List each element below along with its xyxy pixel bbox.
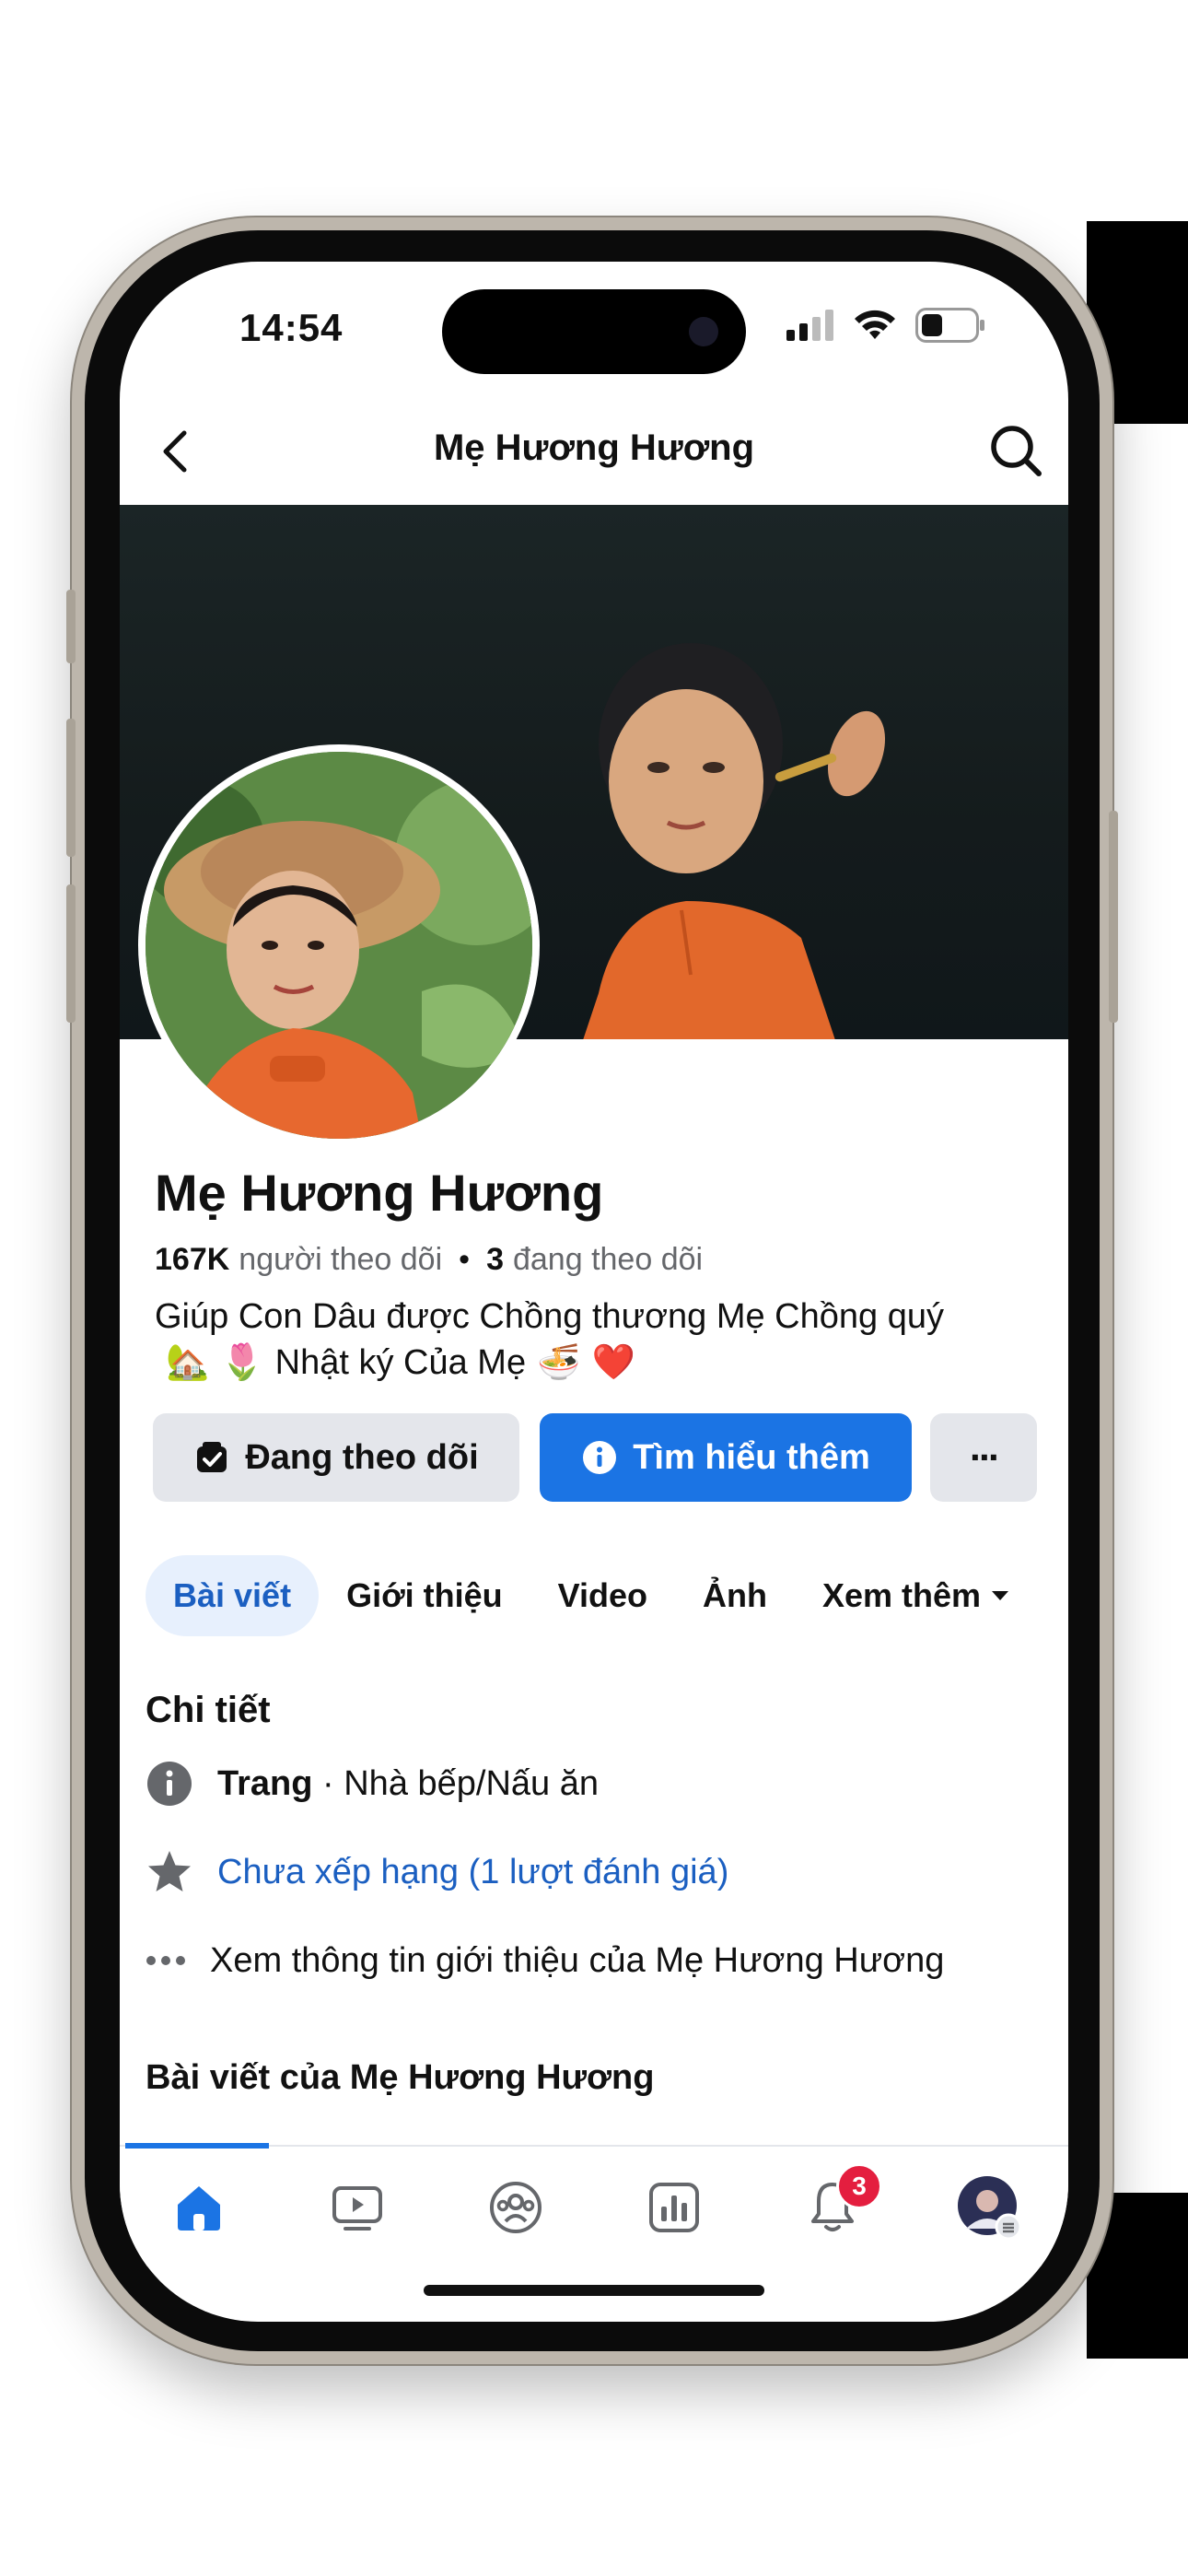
following-button-label: Đang theo dõi (245, 1437, 479, 1477)
detail-rating[interactable]: Chưa xếp hạng (1 lượt đánh giá) (146, 1848, 728, 1896)
ellipsis-icon (146, 1937, 186, 1985)
home-icon (178, 2186, 220, 2231)
groups-icon (490, 2182, 542, 2233)
notification-badge: 3 (836, 2163, 882, 2209)
volume-down-button (66, 884, 76, 1023)
detail-see-about[interactable]: Xem thông tin giới thiệu của Mẹ Hương Hư… (146, 1937, 944, 1985)
more-options-button[interactable]: ··· (930, 1413, 1037, 1502)
search-icon[interactable] (985, 420, 1046, 481)
video-icon (332, 2186, 382, 2231)
active-tab-indicator (125, 2143, 269, 2149)
profile-avatar (958, 2176, 1022, 2241)
learn-more-label: Tìm hiểu thêm (633, 1437, 870, 1477)
bio-line-1: Giúp Con Dâu được Chồng thương Mẹ Chồng … (155, 1297, 944, 1336)
avatar-illustration (146, 752, 532, 1139)
app-screen: 14:54 Mẹ Hương Hương Mẹ Hương Hương 167K… (120, 262, 1068, 2322)
tab-photos[interactable]: Ảnh (675, 1555, 795, 1636)
star-icon (146, 1848, 193, 1896)
followers-count: 167K (155, 1242, 230, 1277)
stats-separator: • (459, 1242, 471, 1277)
learn-more-button[interactable]: Tìm hiểu thêm (540, 1413, 912, 1502)
page-type-label: Trang (217, 1763, 313, 1803)
status-icons (786, 308, 985, 343)
following-label: đang theo dõi (512, 1242, 704, 1277)
following-check-icon (197, 1442, 227, 1472)
profile-menu-tab[interactable] (952, 2171, 1026, 2244)
top-navbar: Mẹ Hương Hương (120, 391, 1068, 510)
tab-see-more[interactable]: Xem thêm (795, 1555, 1038, 1636)
groups-tab[interactable] (479, 2171, 553, 2244)
tab-posts[interactable]: Bài viết (146, 1555, 320, 1636)
more-options-label: ··· (970, 1435, 1001, 1479)
tab-about[interactable]: Giới thiệu (319, 1555, 530, 1636)
tab-see-more-label: Xem thêm (822, 1576, 982, 1614)
dashboard-tab[interactable] (637, 2171, 711, 2244)
tulip-emoji: 🌷 (220, 1343, 264, 1382)
silent-switch (66, 590, 76, 663)
following-count: 3 (486, 1242, 504, 1277)
signal-icon (786, 310, 833, 341)
video-tab[interactable] (320, 2171, 394, 2244)
posts-section-title: Bài viết của Mẹ Hương Hương (146, 2058, 655, 2097)
house-emoji: 🏡 (166, 1343, 210, 1382)
dashboard-icon (649, 2183, 699, 2232)
cover-person-illustration (583, 643, 886, 1039)
bio-line-2-text: Nhật ký Của Mẹ (274, 1343, 527, 1382)
bottom-tab-bar: 3 (120, 2143, 1068, 2266)
followers-label: người theo dõi (239, 1242, 443, 1277)
page-type-value: · Nhà bếp/Nấu ăn (322, 1763, 600, 1803)
wifi-icon (855, 310, 895, 339)
info-circle-icon (146, 1760, 193, 1808)
profile-name: Mẹ Hương Hương (155, 1164, 604, 1222)
home-indicator (424, 2285, 764, 2296)
battery-icon (915, 308, 984, 343)
avatar[interactable] (146, 752, 532, 1139)
page-title: Mẹ Hương Hương (433, 427, 755, 468)
see-about-link[interactable]: Xem thông tin giới thiệu của Mẹ Hương Hư… (210, 1941, 944, 1981)
heart-emoji: ❤️ (591, 1343, 635, 1382)
home-tab[interactable] (162, 2171, 236, 2244)
following-button[interactable]: Đang theo dõi (153, 1413, 519, 1502)
chevron-down-icon (992, 1591, 1009, 1600)
notifications-tab[interactable]: 3 (796, 2163, 882, 2244)
details-title: Chi tiết (146, 1690, 271, 1730)
info-icon (583, 1441, 617, 1474)
power-button (1109, 811, 1118, 1023)
profile-bio: Giúp Con Dâu được Chồng thương Mẹ Chồng … (155, 1294, 1039, 1386)
noodle-emoji: 🍜 (537, 1343, 581, 1382)
status-time: 14:54 (239, 306, 344, 349)
tab-videos[interactable]: Video (530, 1555, 675, 1636)
rating-link[interactable]: Chưa xếp hạng (1 lượt đánh giá) (217, 1853, 728, 1892)
dynamic-island (442, 289, 746, 374)
follower-stats[interactable]: 167K người theo dõi • 3 đang theo dõi (155, 1242, 703, 1278)
profile-tabs: Bài viết Giới thiệu Video Ảnh Xem thêm (146, 1555, 1038, 1636)
detail-page-type: Trang · Nhà bếp/Nấu ăn (146, 1760, 599, 1808)
bio-line-2: 🏡 🌷 Nhật ký Của Mẹ 🍜 ❤️ (166, 1340, 1039, 1386)
volume-up-button (66, 719, 76, 857)
